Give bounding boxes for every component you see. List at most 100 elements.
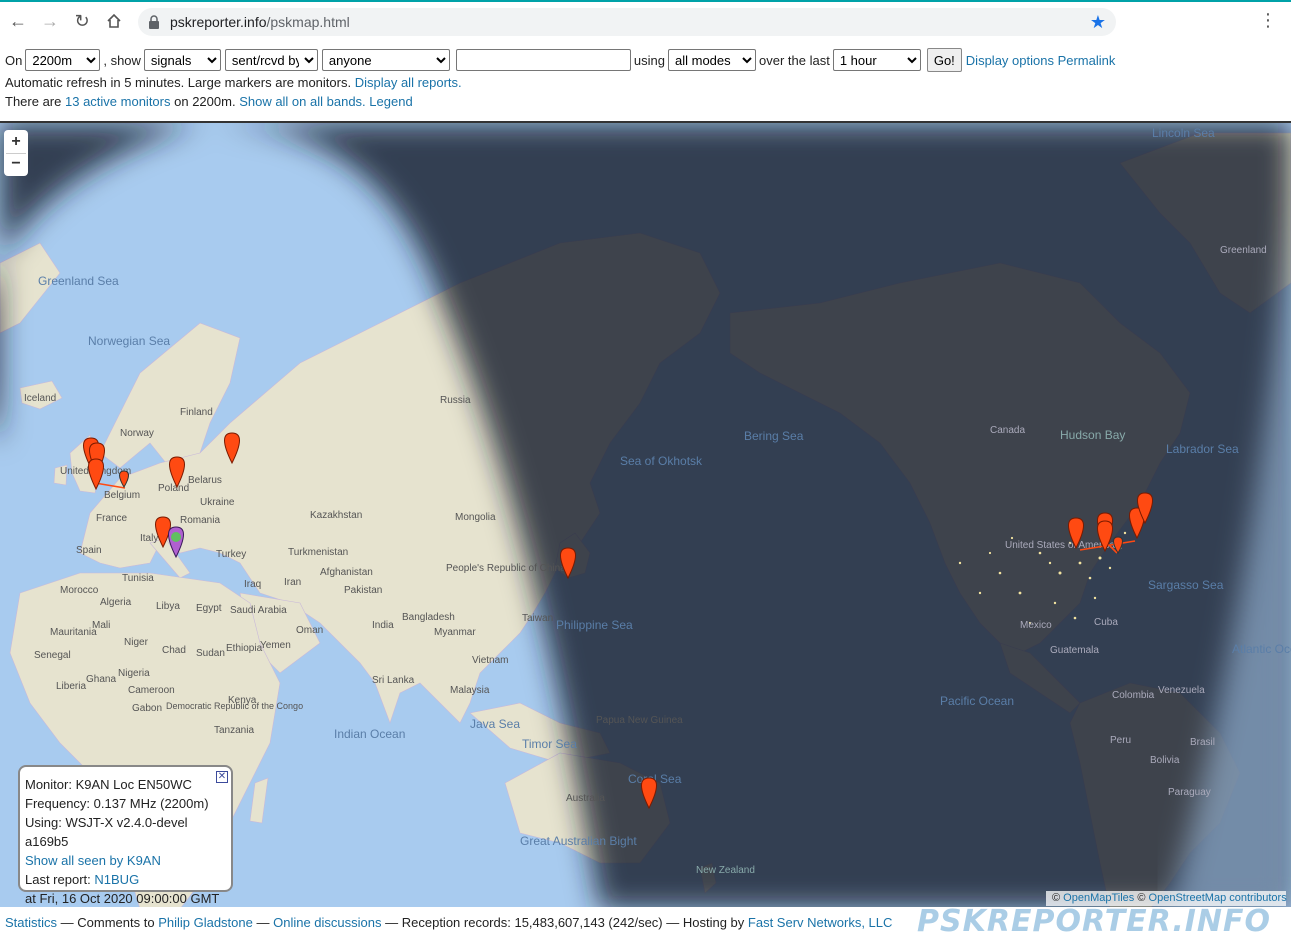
label-afghanistan: Afghanistan [320, 567, 373, 578]
label-united-states: United States of America [1005, 540, 1115, 551]
label-china: People's Republic of China [446, 563, 566, 574]
label-great-bight: Great Australian Bight [520, 834, 637, 848]
copyright-symbol: © [1052, 892, 1061, 904]
monitor-popup: ✕ Monitor: K9AN Loc EN50WC Frequency: 0.… [18, 765, 233, 906]
who-select[interactable]: anyone [321, 49, 450, 71]
label-oman: Oman [296, 625, 323, 636]
label-hudson-bay: Hudson Bay [1060, 428, 1125, 442]
label-romania: Romania [180, 515, 220, 526]
label-yemen: Yemen [260, 640, 291, 651]
label-norwegian-sea: Norwegian Sea [88, 334, 170, 348]
label-indian-ocean: Indian Ocean [334, 727, 405, 741]
lock-icon [148, 15, 160, 29]
label-tanzania: Tanzania [214, 725, 254, 736]
label-chad: Chad [162, 645, 186, 656]
popup-frequency: Frequency: 0.137 MHz (2200m) [25, 796, 209, 811]
osm-link[interactable]: OpenStreetMap contributors [1149, 892, 1287, 904]
label-pacific-ocean: Pacific Ocean [940, 694, 1014, 708]
label-russia: Russia [440, 395, 471, 406]
label-cameroon: Cameroon [128, 685, 175, 696]
label-tunisia: Tunisia [122, 573, 154, 584]
page-footer: Statistics — Comments to Philip Gladston… [5, 913, 892, 933]
author-link[interactable]: Philip Gladstone [158, 915, 253, 930]
label-morocco: Morocco [60, 585, 99, 596]
label-brazil: Brasil [1190, 737, 1215, 748]
label-libya: Libya [156, 601, 180, 612]
label-labrador-sea: Labrador Sea [1166, 442, 1239, 456]
arrow-right-icon[interactable]: → [38, 9, 62, 33]
label-nigeria: Nigeria [118, 668, 150, 679]
label-ghana: Ghana [86, 674, 116, 685]
there-are-text: There are [5, 94, 62, 109]
statistics-link[interactable]: Statistics [5, 915, 57, 930]
label-norway: Norway [120, 428, 154, 439]
active-monitors-link[interactable]: 13 active monitors [65, 94, 171, 109]
label-niger: Niger [124, 637, 149, 648]
permalink-link[interactable]: Permalink [1058, 53, 1116, 68]
reload-icon[interactable]: ↻ [70, 9, 94, 33]
label-iraq: Iraq [244, 579, 261, 590]
label-paraguay: Paraguay [1168, 787, 1211, 798]
hosting-link[interactable]: Fast Serv Networks, LLC [748, 915, 893, 930]
label-vietnam: Vietnam [472, 655, 509, 666]
label-sea-okhotsk: Sea of Okhotsk [620, 454, 703, 468]
show-select[interactable]: signals [143, 49, 221, 71]
go-button[interactable]: Go! [926, 48, 962, 72]
popup-last-report-call[interactable]: N1BUG [94, 872, 139, 887]
online-discussions-link[interactable]: Online discussions [273, 915, 381, 930]
label-bangladesh: Bangladesh [402, 612, 455, 623]
comments-text: — Comments to [60, 915, 155, 930]
label-drc: Democratic Republic of the Congo [166, 701, 303, 711]
popup-show-all-link[interactable]: Show all seen by K9AN [25, 851, 231, 870]
monitors-line: There are 13 active monitors on 2200m. S… [5, 92, 1285, 111]
label-belarus: Belarus [188, 475, 222, 486]
popup-last-report-label: Last report: [25, 872, 91, 887]
arrow-left-icon[interactable]: ← [6, 9, 30, 33]
label-java-sea: Java Sea [470, 717, 520, 731]
openmaptiles-link[interactable]: OpenMapTiles [1063, 892, 1134, 904]
label-saudi-arabia: Saudi Arabia [230, 605, 287, 616]
label-sudan: Sudan [196, 648, 225, 659]
label-mauritania: Mauritania [50, 627, 97, 638]
label-algeria: Algeria [100, 597, 132, 608]
label-sri-lanka: Sri Lanka [372, 675, 415, 686]
url-text: pskreporter.info/pskmap.html [170, 14, 350, 30]
label-mongolia: Mongolia [455, 512, 496, 523]
home-icon[interactable] [102, 9, 126, 33]
label-timor-sea: Timor Sea [522, 737, 577, 751]
label-pakistan: Pakistan [344, 585, 382, 596]
display-options-link[interactable]: Display options [966, 53, 1054, 68]
kebab-menu-icon[interactable]: ⋮ [1259, 11, 1277, 29]
label-lincoln-sea: Lincoln Sea [1152, 126, 1215, 140]
callsign-input[interactable] [455, 49, 631, 71]
show-label: , show [103, 52, 141, 68]
refresh-line: Automatic refresh in 5 minutes. Large ma… [5, 73, 1285, 92]
zoom-out-button[interactable]: − [6, 153, 26, 174]
label-iran: Iran [284, 577, 301, 588]
show-all-bands-link[interactable]: Show all on all bands. [239, 94, 365, 109]
close-icon[interactable]: ✕ [216, 771, 228, 783]
label-guatemala: Guatemala [1050, 645, 1099, 656]
label-sargasso-sea: Sargasso Sea [1148, 578, 1224, 592]
direction-select[interactable]: sent/rcvd by [224, 49, 318, 71]
label-myanmar: Myanmar [434, 627, 476, 638]
on-band-text: on 2200m. [174, 94, 236, 109]
address-bar[interactable]: pskreporter.info/pskmap.html ★ [138, 8, 1116, 36]
label-cuba: Cuba [1094, 617, 1118, 628]
popup-monitor: Monitor: K9AN Loc EN50WC [25, 777, 192, 792]
legend-link[interactable]: Legend [369, 94, 412, 109]
display-all-link[interactable]: Display all reports. [355, 75, 462, 90]
copyright-symbol: © [1137, 892, 1146, 904]
records-text: — Reception records: 15,483,607,143 (242… [385, 915, 745, 930]
zoom-in-button[interactable]: + [6, 132, 26, 153]
site-brand-logo: PSKREPORTER.INFO [917, 904, 1271, 939]
label-peru: Peru [1110, 735, 1131, 746]
label-belgium: Belgium [104, 490, 140, 501]
refresh-text: Automatic refresh in 5 minutes. Large ma… [5, 75, 352, 90]
modes-select[interactable]: all modes [668, 49, 756, 71]
band-select[interactable]: 2200m [25, 49, 101, 71]
label-egypt: Egypt [196, 603, 222, 614]
label-poland: Poland [158, 483, 189, 494]
period-select[interactable]: 1 hour [832, 49, 921, 71]
star-icon[interactable]: ★ [1090, 12, 1106, 33]
